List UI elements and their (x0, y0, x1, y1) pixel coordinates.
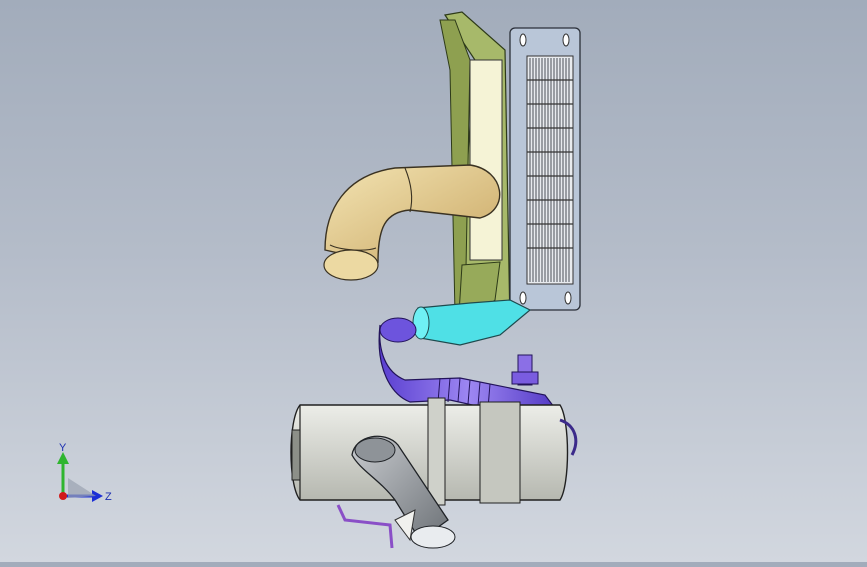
x-axis-dot-icon (59, 492, 67, 500)
air-cleaner-housing[interactable] (290, 397, 578, 506)
radiator-core[interactable] (509, 27, 581, 311)
orientation-triad: Y Z (48, 438, 118, 508)
assembly-model[interactable] (0, 0, 867, 562)
cad-viewport[interactable]: Y Z (0, 0, 867, 562)
cyan-pipe-connector[interactable] (412, 299, 532, 346)
y-axis-label: Y (59, 442, 67, 454)
triad-plane-icon (68, 478, 96, 498)
z-axis-label: Z (105, 491, 112, 503)
